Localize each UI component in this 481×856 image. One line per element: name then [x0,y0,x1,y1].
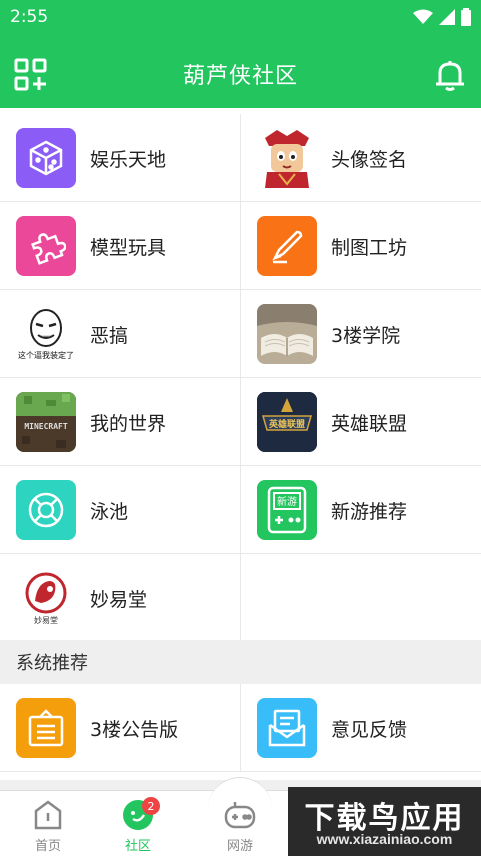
board-item[interactable]: 3楼学院 [241,290,481,378]
board-label: 娱乐天地 [90,148,167,171]
book-icon [257,304,317,364]
lol-icon: 英雄联盟 [257,392,317,452]
empty-cell [241,554,481,642]
board-item[interactable]: 新游 新游推荐 [241,466,481,554]
board-item[interactable]: 妙易堂 妙易堂 [0,554,240,642]
signal-icon [439,9,455,25]
tab-label: 社区 [124,839,151,854]
cartoon-avatar-icon [257,128,317,188]
page-title: 葫芦侠社区 [182,64,298,89]
miaoyitang-icon: 妙易堂 [16,568,76,628]
board-label: 头像签名 [331,148,408,171]
minecraft-wordmark: MINECRAFT [24,422,68,431]
status-bar: 2:55 [0,0,481,36]
site-watermark: 下载鸟应用 www.xiazainiao.com [288,787,481,856]
board-label: 泳池 [90,500,129,523]
minecraft-icon: MINECRAFT [16,392,76,452]
miaoyitang-caption: 妙易堂 [34,615,58,625]
board-label: 我的世界 [90,412,167,435]
community-content: 娱乐天地 头像签名 模型玩具 制图工坊 这个逼我装定了 恶搞 3楼学院 MINE… [0,108,481,780]
board-item[interactable]: 娱乐天地 [0,114,240,202]
puzzle-icon [16,216,76,276]
status-time: 2:55 [10,7,49,27]
board-item[interactable]: 英雄联盟 英雄联盟 [241,378,481,466]
board-item[interactable]: 模型玩具 [0,202,240,290]
board-item[interactable]: MINECRAFT 我的世界 [0,378,240,466]
watermark-url: www.xiazainiao.com [316,831,453,847]
notice-board-icon [16,698,76,758]
app-bar: 葫芦侠社区 [0,36,481,108]
section-header-system: 系统推荐 [0,640,481,684]
meme-caption: 这个逼我装定了 [18,350,74,360]
meme-face-icon: 这个逼我装定了 [16,304,76,364]
system-item[interactable]: 3楼公告版 [0,684,240,772]
board-label: 3楼学院 [331,324,401,347]
board-label: 模型玩具 [90,236,167,259]
lifebuoy-icon [16,480,76,540]
system-item[interactable]: 意见反馈 [241,684,481,772]
tab-online-games[interactable]: 网游 [192,791,288,856]
board-label: 新游推荐 [331,500,408,523]
tab-community[interactable]: 2 社区 [90,791,186,856]
board-label: 英雄联盟 [331,412,408,435]
system-icons [413,8,471,26]
tab-home[interactable]: 首页 [0,791,96,856]
new-game-text: 新游 [277,495,297,508]
board-label: 制图工坊 [331,236,408,259]
notification-button[interactable] [433,58,467,92]
board-label: 恶搞 [90,324,129,347]
wifi-icon [413,9,433,24]
bell-icon [436,61,464,91]
board-item[interactable]: 制图工坊 [241,202,481,290]
system-item-label: 意见反馈 [331,718,408,741]
feedback-mail-icon [257,698,317,758]
home-icon [34,800,62,830]
board-item[interactable]: 头像签名 [241,114,481,202]
system-item-label: 3楼公告版 [90,718,179,741]
tab-label: 首页 [34,839,61,854]
tab-label: 网游 [226,839,253,854]
board-item[interactable]: 这个逼我装定了 恶搞 [0,290,240,378]
gamepad-new-icon: 新游 [257,480,317,540]
battery-icon [461,8,471,26]
pen-icon [257,216,317,276]
gamepad-icon [224,802,256,829]
board-item[interactable]: 泳池 [0,466,240,554]
board-label: 妙易堂 [90,588,148,611]
dice-icon [16,128,76,188]
lol-wordmark: 英雄联盟 [268,418,305,430]
notification-badge: 2 [142,797,160,815]
